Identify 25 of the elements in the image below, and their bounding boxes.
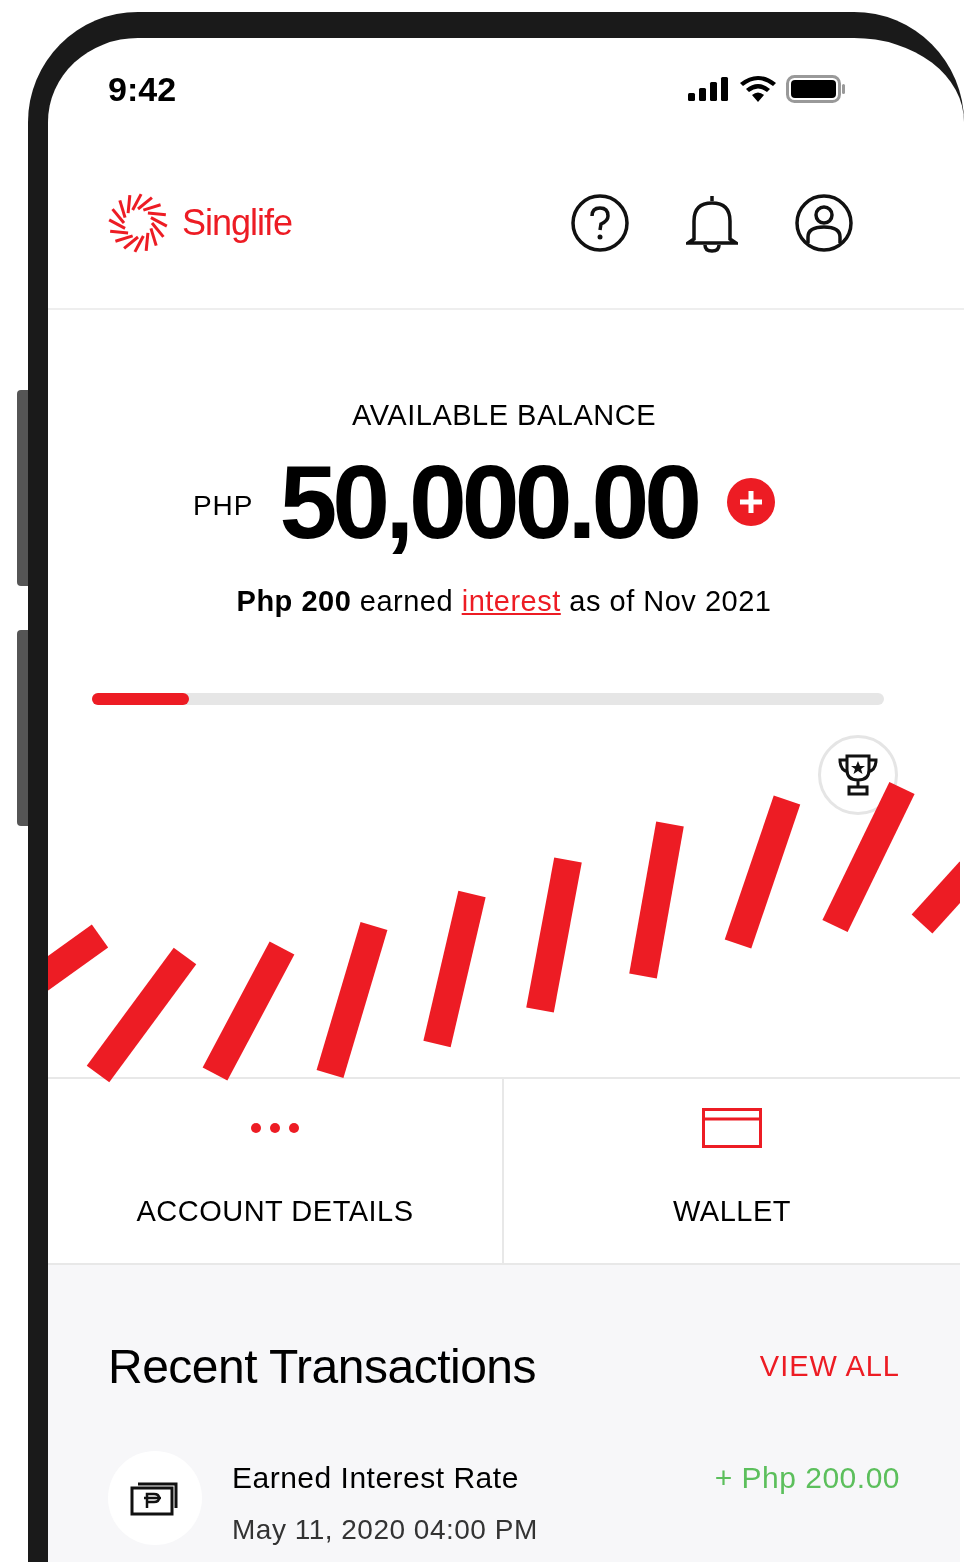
currency-label: PHP <box>192 488 254 523</box>
battery-icon <box>786 75 846 103</box>
action-tile[interactable]: WALLET <box>504 1079 960 1263</box>
interest-note: Php 200 earned interest as of Nov 2021 <box>236 583 772 619</box>
signal-icon <box>688 77 730 101</box>
cash-icon <box>130 1480 180 1516</box>
balance-title: AVAILABLE BALANCE <box>352 398 656 433</box>
profile-icon[interactable] <box>794 193 854 253</box>
brand-name: Singlife <box>182 201 293 245</box>
view-all-link[interactable]: VIEW ALL <box>759 1345 900 1389</box>
section-title: Recent Transactions <box>108 1339 537 1395</box>
transaction-date: May 11, 2020 04:00 PM <box>232 1516 539 1544</box>
help-icon[interactable] <box>570 193 630 253</box>
balance-amount: 50,000.00 <box>279 449 698 554</box>
transaction-title: Earned Interest Rate <box>232 1460 520 1496</box>
more-dots-icon <box>250 1122 300 1135</box>
transaction-amount: + Php 200.00 <box>714 1460 900 1496</box>
interest-link[interactable]: interest <box>461 584 561 617</box>
action-tile[interactable]: ACCOUNT DETAILS <box>48 1079 504 1263</box>
card-icon <box>702 1108 762 1149</box>
bell-icon[interactable] <box>686 193 738 253</box>
sunburst-logo-icon <box>108 193 168 253</box>
status-time: 9:42 <box>108 68 177 110</box>
add-icon[interactable] <box>727 477 776 526</box>
wifi-icon <box>740 76 776 102</box>
